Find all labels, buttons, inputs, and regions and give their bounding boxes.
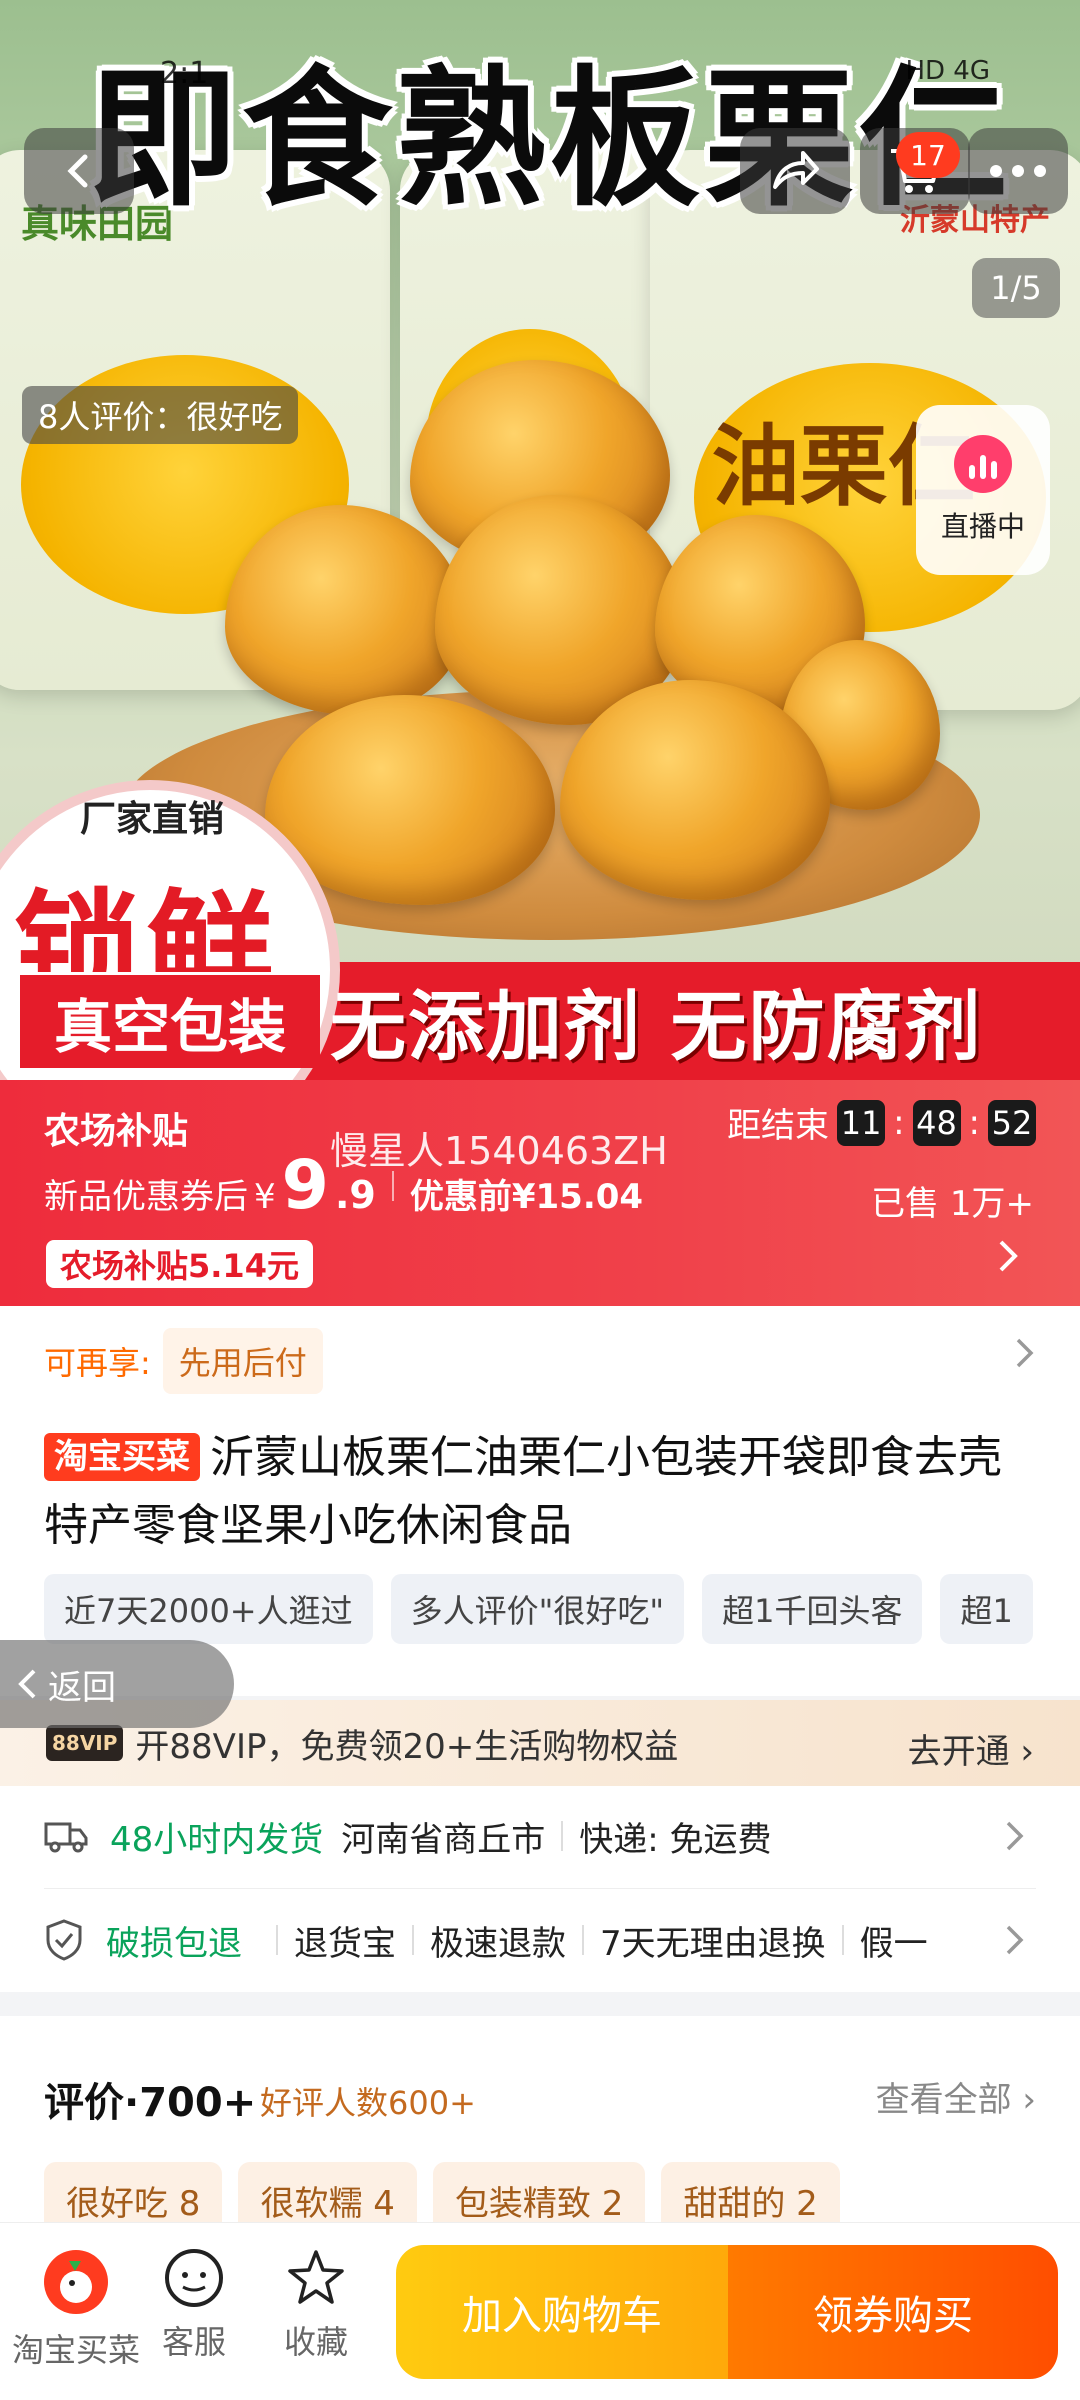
separator [582,1925,584,1955]
cart-count-badge: 17 [896,132,960,178]
countdown-hours: 11 [837,1099,886,1146]
vip-text: 开88VIP，免费领20+生活购物权益 [135,1726,679,1767]
chevron-left-icon [67,154,88,188]
countdown-minutes: 48 [912,1099,961,1146]
product-title: 淘宝买菜 沂蒙山板栗仁油栗仁小包装开袋即食去壳特产零食坚果小吃休闲食品 [44,1424,1044,1560]
sold-count: 已售 1万+ [871,1184,1034,1224]
back-button[interactable] [24,128,134,214]
view-all-label: 查看全部 [875,2080,1012,2120]
separator [276,1925,278,1955]
divider [44,1888,1036,1889]
reviews-section: 评价·700+ 好评人数600+ 查看全部 › 很好吃 8 很软糯 4 包装精致… [0,2016,1080,2238]
product-image-carousel[interactable]: 真味田园 沂蒙山特产 油栗仁 即食熟板栗仁 2:1 HD 4G 17 1/5 8… [0,0,1080,1080]
highlight-tags: 近7天2000+人逛过 多人评价"很好吃" 超1千回头客 超1 [44,1574,1033,1644]
highlight-tag: 多人评价"很好吃" [390,1574,685,1644]
separator [841,1925,844,1955]
customer-service-button[interactable]: 客服 [162,2247,226,2363]
live-label: 直播中 [940,510,1025,543]
bottom-action-bar: 淘宝买菜 客服 收藏 加入购物车 领券购买 [0,2222,1080,2400]
shield-check-icon [46,1919,82,1961]
currency-symbol: ¥ [254,1177,276,1217]
farm-subsidy-title: 农场补贴 [44,1111,189,1152]
shipping-service-card: 48小时内发货 河南省商丘市 快递: 免运费 破损包退 退货宝 极速退款 7天无… [0,1786,1080,1992]
title-badge: 淘宝买菜 [44,1433,200,1481]
service-item: 假一 [859,1923,928,1964]
highlight-tag: 超1 [940,1574,1033,1644]
live-stream-button[interactable]: 直播中 [916,405,1050,575]
separator [561,1821,564,1851]
return-button[interactable]: 返回 [0,1640,234,1728]
more-icon [990,165,1046,177]
price-integer: 9 [281,1146,329,1225]
customer-service-icon [165,2249,223,2307]
price-section[interactable]: 农场补贴 慢星人1540463ZH 距结束 11 : 48 : 52 新品优惠券… [0,1080,1080,1306]
highlight-tag: 超1千回头客 [702,1574,923,1644]
service-item: 退货宝 [294,1923,396,1964]
live-icon [954,435,1012,493]
buy-with-coupon-button[interactable]: 领券购买 [728,2245,1058,2379]
price-decimal: .9 [334,1173,376,1217]
ship-express: 快递: 免运费 [579,1819,772,1860]
chevron-left-icon [18,1669,36,1699]
reviews-good-count: 好评人数600+ [260,2084,476,2122]
chevron-right-icon [1006,1821,1024,1851]
service-item: 7天无理由退换 [600,1923,826,1964]
banner-right-text: 无添加剂 无防腐剂 [330,982,983,1071]
service-main: 破损包退 [106,1923,242,1964]
separator [412,1925,414,1955]
view-all-reviews[interactable]: 查看全部 › [876,2072,1036,2121]
countdown-label: 距结束 [727,1106,830,1146]
shop-button[interactable]: 淘宝买菜 [12,2247,140,2371]
image-counter: 1/5 [972,258,1060,318]
countdown-seconds: 52 [988,1099,1036,1146]
favorite-label: 收藏 [284,2323,349,2361]
subsidy-tag: 农场补贴5.14元 [46,1240,313,1288]
pay-later-chip: 先用后付 [162,1328,323,1394]
chevron-right-icon [1016,1338,1034,1368]
coupon-price-label: 新品优惠券后 [44,1177,248,1217]
favorite-button[interactable]: 收藏 [284,2247,348,2363]
original-price: 优惠前¥15.04 [409,1177,644,1217]
service-label: 客服 [162,2323,227,2361]
vip-cta[interactable]: 去开通 › [908,1724,1034,1773]
price-line: 新品优惠券后 ¥ 9 .9 优惠前¥15.04 [44,1152,643,1220]
reviews-title: 评价·700+ [44,2080,257,2126]
shipping-row[interactable]: 48小时内发货 河南省商丘市 快递: 免运费 [44,1786,1036,1886]
status-indicators: HD 4G [905,56,990,86]
vip-cta-label: 去开通 [907,1732,1010,1772]
chevron-right-icon [1006,1925,1024,1955]
countdown: 距结束 11 : 48 : 52 [727,1098,1036,1147]
ship-speed: 48小时内发货 [110,1819,324,1860]
service-row[interactable]: 破损包退 退货宝 极速退款 7天无理由退换 假一 [44,1890,1036,1990]
price-separator [391,1171,394,1201]
pay-later-row[interactable]: 可再享: 先用后付 [44,1328,323,1394]
review-summary-chip[interactable]: 8人评价：很好吃 [22,386,299,444]
taobao-grocery-icon [44,2250,108,2314]
product-info-card: 可再享: 先用后付 淘宝买菜 沂蒙山板栗仁油栗仁小包装开袋即食去壳特产零食坚果小吃… [0,1306,1080,1696]
return-label: 返回 [48,1667,116,1708]
vip-badge: 88VIP [46,1725,124,1761]
pay-later-label: 可再享: [44,1344,151,1382]
product-detail-page: 真味田园 沂蒙山特产 油栗仁 即食熟板栗仁 2:1 HD 4G 17 1/5 8… [0,0,1080,2400]
banner-left-text: 真空包装 [20,972,320,1068]
highlight-tag: 近7天2000+人逛过 [44,1574,373,1644]
share-icon [773,151,819,189]
add-to-cart-button[interactable]: 加入购物车 [396,2245,728,2379]
star-icon [288,2250,344,2304]
share-button[interactable] [740,128,850,214]
shop-label: 淘宝买菜 [12,2331,141,2369]
truck-icon [44,1822,88,1853]
chevron-right-icon [999,1240,1018,1272]
service-item: 极速退款 [430,1923,566,1964]
status-time: 2:1 [160,56,209,91]
ship-location: 河南省商丘市 [341,1819,546,1860]
seal-top-text: 厂家直销 [80,799,225,840]
more-button[interactable] [968,128,1068,214]
